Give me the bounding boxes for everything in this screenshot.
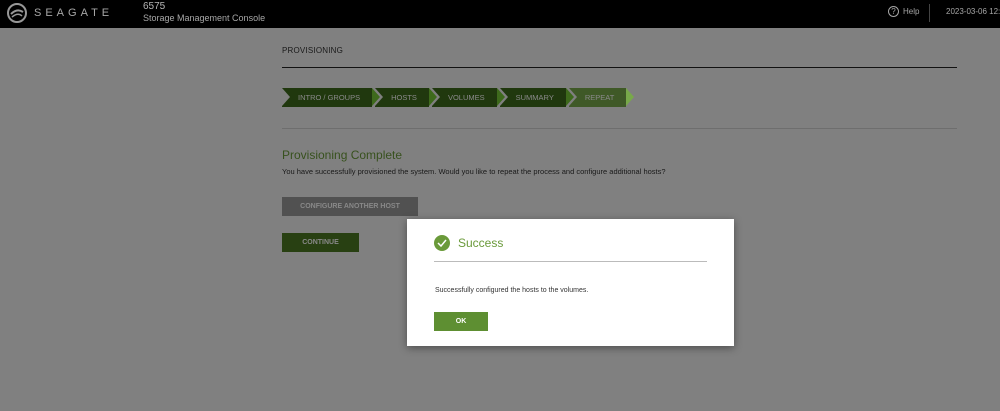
dialog-message: Successfully configured the hosts to the… xyxy=(435,287,589,294)
dialog-title: Success xyxy=(458,236,504,250)
success-dialog: Success Successfully configured the host… xyxy=(407,219,734,346)
ok-button[interactable]: OK xyxy=(434,312,488,331)
divider xyxy=(434,261,707,262)
modal-backdrop-top xyxy=(0,0,1000,28)
check-circle-icon xyxy=(434,235,450,251)
checkmark-icon xyxy=(437,239,447,247)
